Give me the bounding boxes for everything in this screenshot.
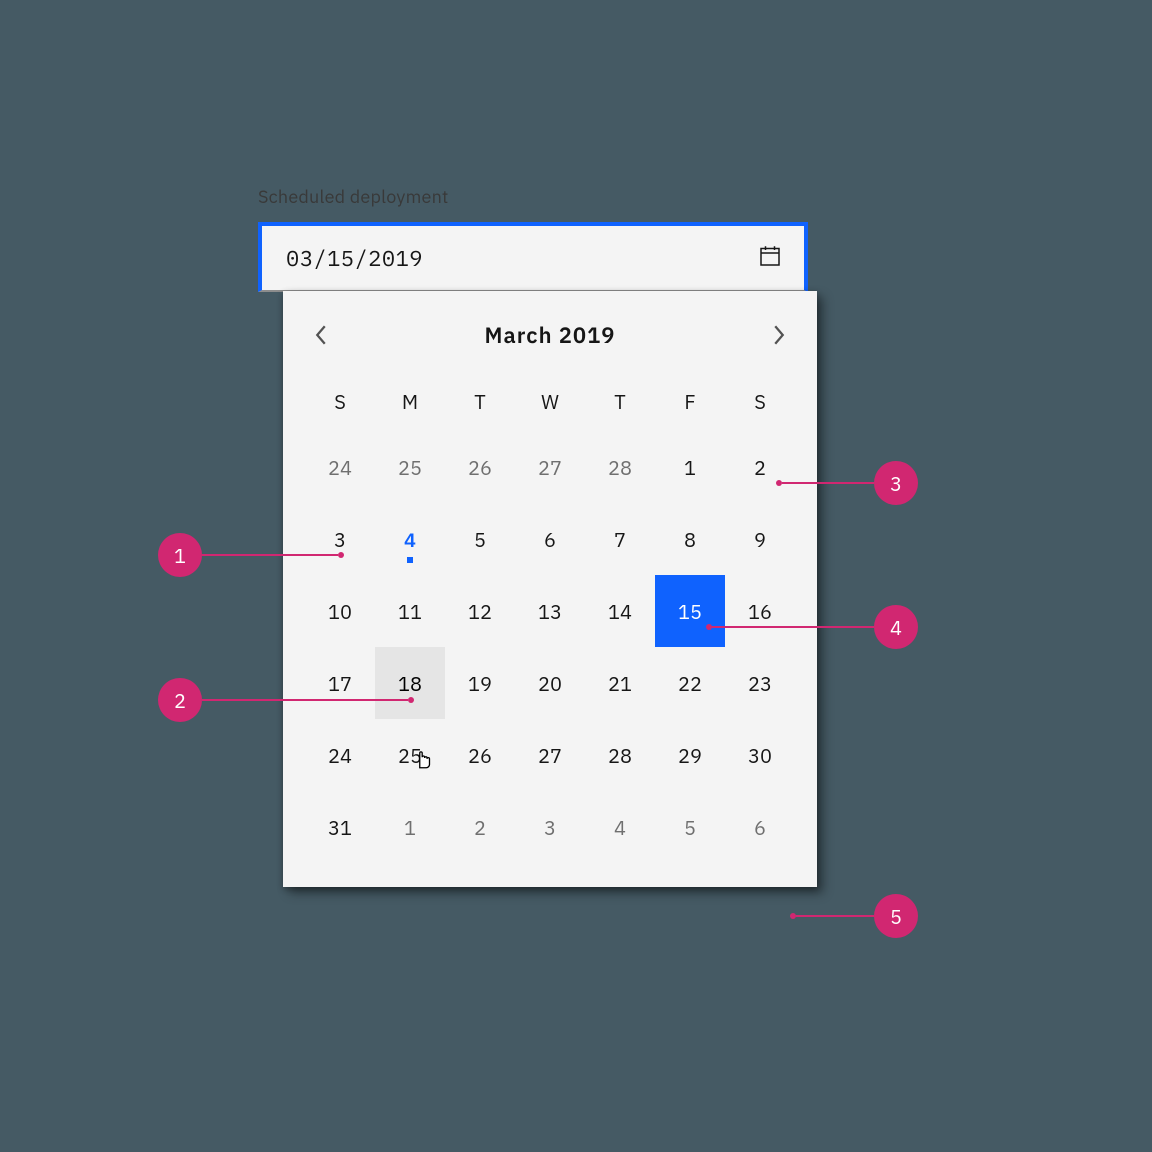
day-cell[interactable]: 26 bbox=[445, 431, 515, 503]
day-cell[interactable]: 12 bbox=[445, 575, 515, 647]
annotation-callout: 5 bbox=[790, 894, 918, 938]
day-cell[interactable]: 28 bbox=[585, 431, 655, 503]
date-input-value: 03/15/2019 bbox=[286, 244, 423, 273]
dow-header: F bbox=[655, 371, 725, 431]
day-cell[interactable]: 8 bbox=[655, 503, 725, 575]
day-cell[interactable]: 5 bbox=[445, 503, 515, 575]
day-cell[interactable]: 4 bbox=[375, 503, 445, 575]
dow-header: W bbox=[515, 371, 585, 431]
calendar-icon[interactable] bbox=[758, 244, 782, 273]
day-cell[interactable]: 3 bbox=[305, 503, 375, 575]
dow-header: S bbox=[725, 371, 795, 431]
dow-header: T bbox=[585, 371, 655, 431]
next-month-button[interactable] bbox=[763, 319, 795, 351]
day-cell[interactable]: 9 bbox=[725, 503, 795, 575]
day-cell[interactable]: 20 bbox=[515, 647, 585, 719]
annotation-badge: 3 bbox=[874, 461, 918, 505]
day-cell[interactable]: 24 bbox=[305, 431, 375, 503]
day-cell[interactable]: 17 bbox=[305, 647, 375, 719]
day-cell[interactable]: 4 bbox=[585, 791, 655, 863]
day-cell[interactable]: 26 bbox=[445, 719, 515, 791]
annotation-badge: 4 bbox=[874, 605, 918, 649]
date-input[interactable]: 03/15/2019 bbox=[258, 222, 808, 292]
day-cell[interactable]: 27 bbox=[515, 431, 585, 503]
day-cell[interactable]: 10 bbox=[305, 575, 375, 647]
day-cell[interactable]: 30 bbox=[725, 719, 795, 791]
dow-header: S bbox=[305, 371, 375, 431]
annotation-badge: 5 bbox=[874, 894, 918, 938]
dow-header: T bbox=[445, 371, 515, 431]
prev-month-button[interactable] bbox=[305, 319, 337, 351]
annotation-badge: 2 bbox=[158, 678, 202, 722]
day-cell[interactable]: 6 bbox=[515, 503, 585, 575]
day-cell[interactable]: 21 bbox=[585, 647, 655, 719]
day-cell[interactable]: 31 bbox=[305, 791, 375, 863]
day-cell[interactable]: 2 bbox=[445, 791, 515, 863]
day-cell[interactable]: 25 bbox=[375, 431, 445, 503]
day-cell[interactable]: 27 bbox=[515, 719, 585, 791]
day-cell[interactable]: 23 bbox=[725, 647, 795, 719]
day-cell[interactable]: 7 bbox=[585, 503, 655, 575]
day-cell[interactable]: 24 bbox=[305, 719, 375, 791]
day-cell[interactable]: 22 bbox=[655, 647, 725, 719]
day-cell[interactable]: 15 bbox=[655, 575, 725, 647]
day-cell[interactable]: 29 bbox=[655, 719, 725, 791]
day-cell[interactable]: 18 bbox=[375, 647, 445, 719]
day-cell[interactable]: 5 bbox=[655, 791, 725, 863]
annotation-badge: 1 bbox=[158, 533, 202, 577]
day-cell[interactable]: 16 bbox=[725, 575, 795, 647]
day-cell[interactable]: 14 bbox=[585, 575, 655, 647]
month-year-label: March 2019 bbox=[484, 321, 615, 350]
day-cell[interactable]: 11 bbox=[375, 575, 445, 647]
day-cell[interactable]: 25 bbox=[375, 719, 445, 791]
day-cell[interactable]: 1 bbox=[375, 791, 445, 863]
day-cell[interactable]: 19 bbox=[445, 647, 515, 719]
calendar-panel: March 2019 SMTWTFS 242526272812345678910… bbox=[283, 291, 817, 887]
day-cell[interactable]: 13 bbox=[515, 575, 585, 647]
day-cell[interactable]: 1 bbox=[655, 431, 725, 503]
field-label: Scheduled deployment bbox=[258, 185, 808, 208]
day-cell[interactable]: 2 bbox=[725, 431, 795, 503]
day-cell[interactable]: 6 bbox=[725, 791, 795, 863]
day-cell[interactable]: 28 bbox=[585, 719, 655, 791]
dow-header: M bbox=[375, 371, 445, 431]
day-cell[interactable]: 3 bbox=[515, 791, 585, 863]
